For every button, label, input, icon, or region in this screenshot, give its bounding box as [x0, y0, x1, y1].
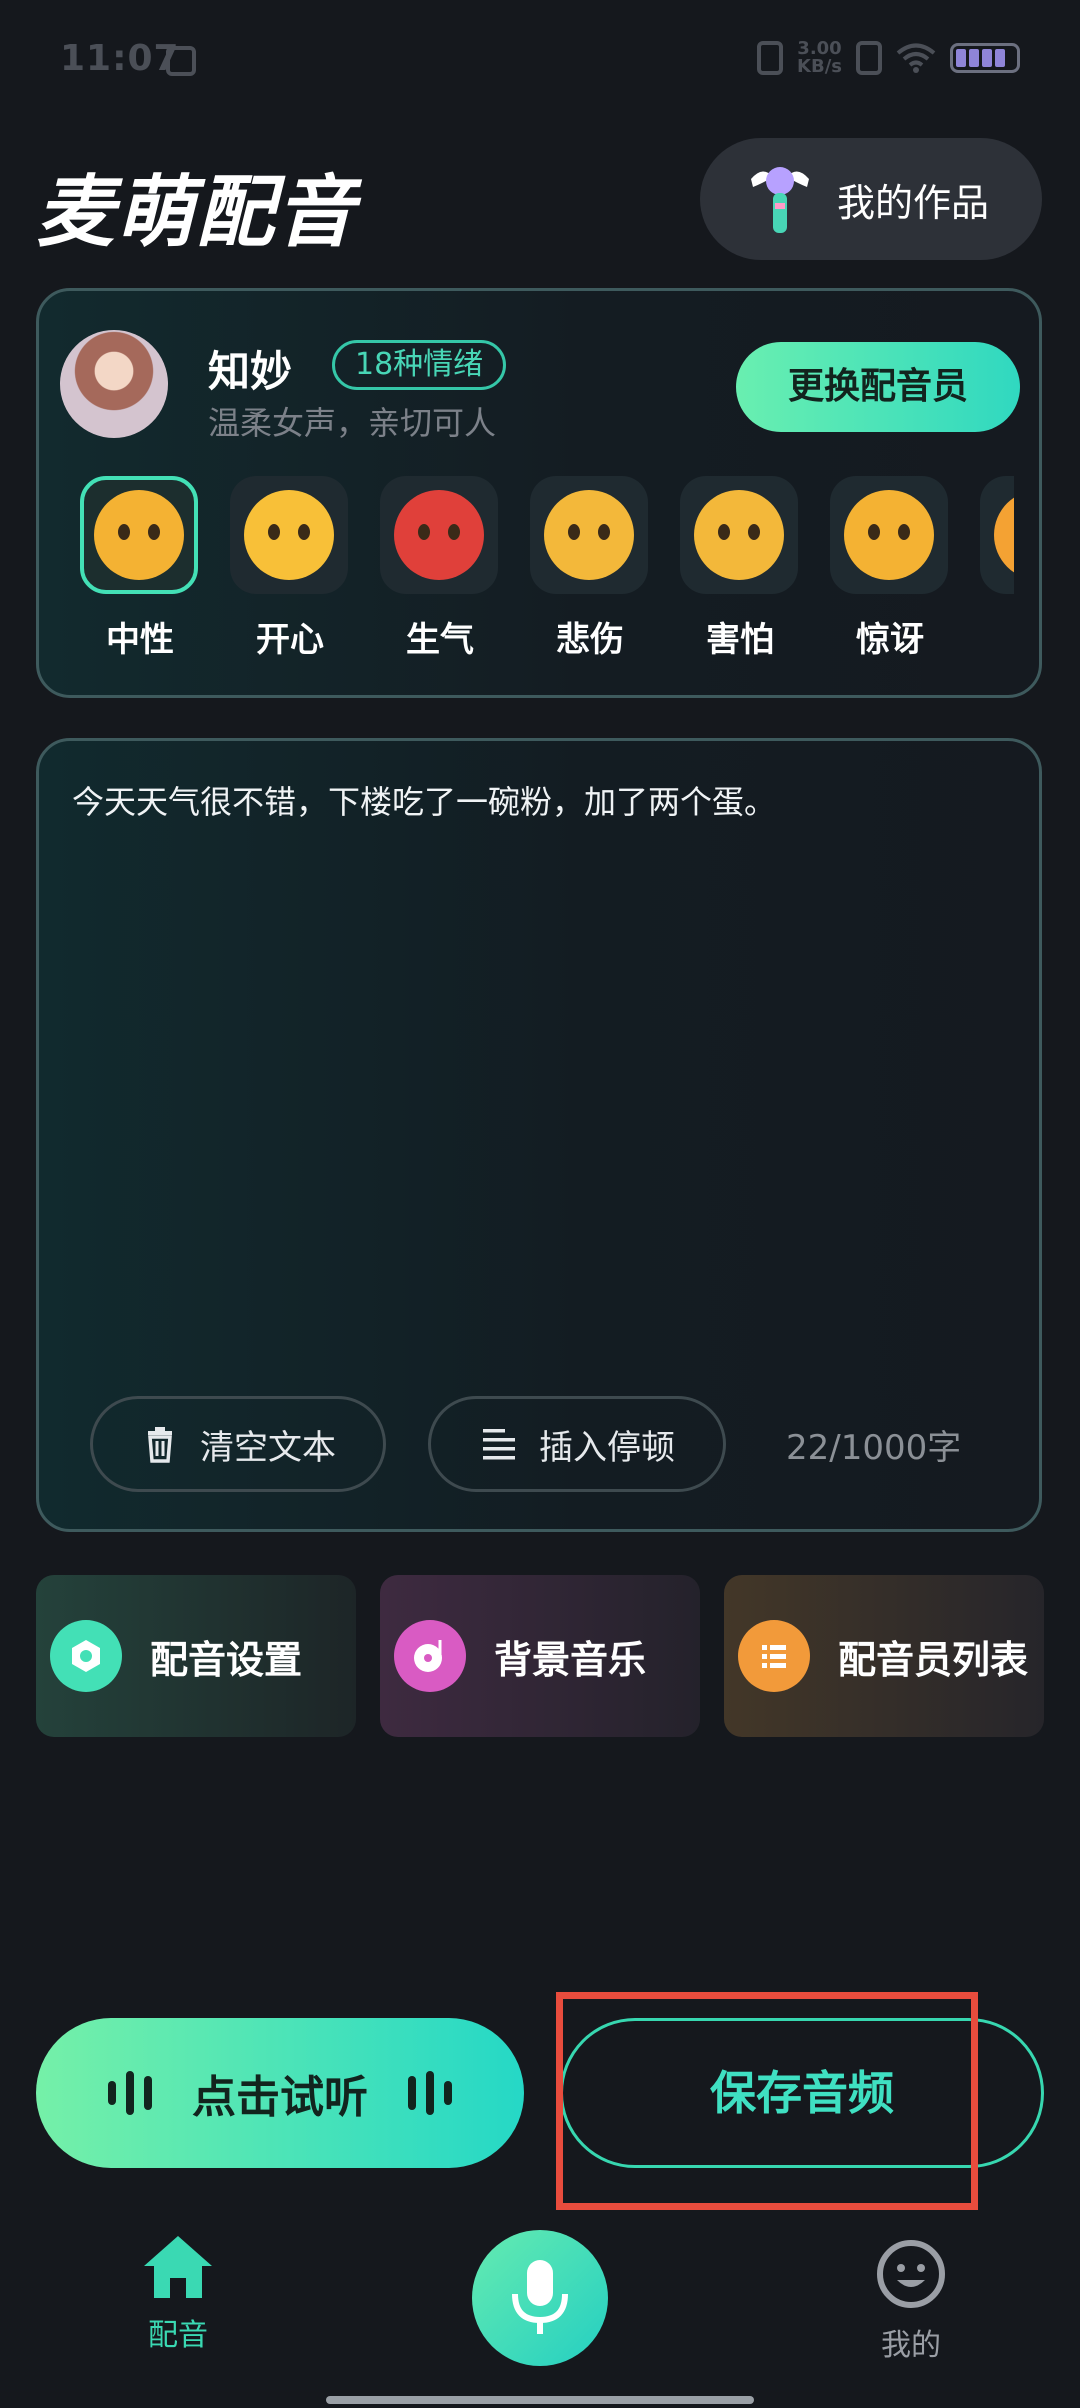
sound-wave-icon: [108, 2071, 152, 2115]
clear-text-button[interactable]: 清空文本: [90, 1396, 386, 1492]
sound-wave-icon: [408, 2071, 452, 2115]
emotion-item[interactable]: 中性: [80, 476, 200, 661]
emotion-label: 生气: [406, 620, 474, 660]
list-icon: [738, 1620, 810, 1692]
pleading-face-icon: [694, 490, 784, 580]
screaming-face-icon: [844, 490, 934, 580]
nav-mine-label: 我的: [881, 2328, 941, 2363]
emotion-item[interactable]: 悲伤: [530, 476, 650, 661]
emotion-item[interactable]: 害怕: [680, 476, 800, 661]
emotion-count-badge: 18种情绪: [332, 340, 507, 390]
crying-face-icon: [544, 490, 634, 580]
emotion-label: 中性: [106, 620, 174, 660]
nav-tab-dubbing[interactable]: 配音: [136, 2232, 220, 2354]
status-icons: 3.00 KB/s: [757, 40, 1020, 76]
my-works-label: 我的作品: [837, 180, 990, 225]
insert-pause-label: 插入停顿: [539, 1427, 675, 1468]
nfc-icon: [757, 41, 784, 75]
emotion-label: 开心: [256, 620, 324, 660]
emotion-selector: 中性 开心 生气 悲伤 害怕 惊讶 调: [80, 476, 1014, 676]
insert-pause-button[interactable]: 插入停顿: [428, 1396, 726, 1492]
sim-icon: [166, 46, 196, 76]
voice-list-button[interactable]: 配音员列表: [724, 1575, 1044, 1737]
music-disc-icon: [394, 1620, 466, 1692]
settings-icon: [50, 1620, 122, 1692]
status-time: 11:07: [60, 38, 180, 79]
pause-insert-icon: [483, 1429, 515, 1460]
record-button[interactable]: [472, 2230, 608, 2366]
wifi-icon: [896, 43, 936, 73]
text-editor-content[interactable]: 今天天气很不错，下楼吃了一碗粉，加了两个蛋。: [72, 780, 1002, 824]
winged-microphone-icon: [751, 167, 809, 233]
bluetooth-icon: [856, 41, 882, 75]
home-indicator: [326, 2396, 754, 2404]
angry-face-icon: [394, 490, 484, 580]
change-voice-button[interactable]: 更换配音员: [736, 342, 1020, 432]
listen-label: 点击试听: [192, 2072, 368, 2123]
listen-button[interactable]: 点击试听: [36, 2018, 524, 2168]
smiley-profile-icon: [877, 2240, 945, 2308]
emotion-label: 害怕: [706, 620, 774, 660]
neutral-face-icon: [94, 490, 184, 580]
status-bar: 11:07 3.00 KB/s: [0, 0, 1080, 125]
emotion-label: 惊讶: [856, 620, 924, 660]
home-icon: [144, 2236, 212, 2298]
nav-tab-mine[interactable]: 我的: [866, 2238, 956, 2364]
happy-face-icon: [244, 490, 334, 580]
highlight-box: [556, 1992, 978, 2210]
battery-icon: [950, 43, 1020, 73]
clear-text-label: 清空文本: [200, 1427, 336, 1468]
network-speed-unit: KB/s: [797, 56, 842, 77]
char-count: 22/1000字: [786, 1428, 962, 1468]
smirk-face-icon: [994, 490, 1014, 580]
voice-description: 温柔女声，亲切可人: [208, 404, 497, 442]
network-speed: 3.00 KB/s: [797, 40, 842, 76]
background-music-label: 背景音乐: [494, 1637, 647, 1682]
app-title: 麦萌配音: [36, 168, 357, 258]
emotion-item[interactable]: 调: [980, 476, 1014, 661]
nav-home-label: 配音: [148, 2318, 208, 2353]
dubbing-settings-label: 配音设置: [150, 1637, 303, 1682]
voice-list-label: 配音员列表: [838, 1637, 1029, 1682]
background-music-button[interactable]: 背景音乐: [380, 1575, 700, 1737]
my-works-button[interactable]: 我的作品: [700, 138, 1042, 260]
emotion-label: 悲伤: [556, 620, 624, 660]
emotion-item[interactable]: 惊讶: [830, 476, 950, 661]
trash-icon: [148, 1427, 172, 1463]
voice-name: 知妙: [208, 347, 293, 396]
microphone-icon: [512, 2260, 568, 2334]
emotion-item[interactable]: 开心: [230, 476, 350, 661]
emotion-label: 调: [980, 612, 1014, 661]
emotion-item[interactable]: 生气: [380, 476, 500, 661]
voice-avatar[interactable]: [60, 330, 168, 438]
dubbing-settings-button[interactable]: 配音设置: [36, 1575, 356, 1737]
